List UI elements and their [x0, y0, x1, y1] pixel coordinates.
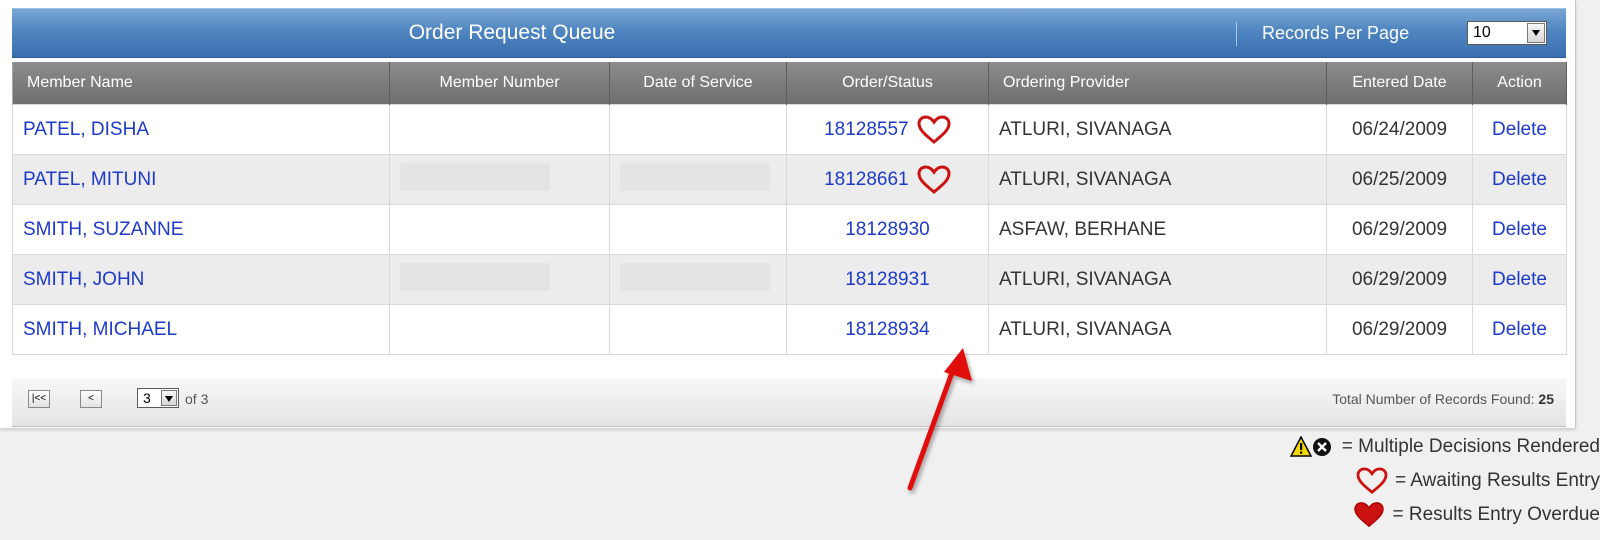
order-number-link[interactable]: 18128661 [824, 169, 909, 190]
table-row: PATEL, DISHA 18128557 ATLURI, SIVANAGA 0… [12, 104, 1567, 155]
column-header-action: Action [1472, 62, 1567, 105]
ordering-provider-cell: ATLURI, SIVANAGA [988, 254, 1327, 305]
member-name-link[interactable]: PATEL, DISHA [23, 119, 149, 140]
delete-link[interactable]: Delete [1492, 119, 1547, 140]
title-bar-divider [1236, 22, 1237, 46]
table-row: SMITH, SUZANNE 18128930 ASFAW, BERHANE 0… [12, 204, 1567, 255]
redacted-value [620, 262, 770, 291]
heart-filled-icon [1354, 502, 1385, 528]
first-page-button[interactable]: |<< [28, 390, 50, 408]
member-name-link[interactable]: SMITH, JOHN [23, 269, 144, 290]
total-records-text: Total Number of Records Found: [1332, 391, 1535, 407]
order-request-queue-panel: Order Request Queue Records Per Page 10 … [0, 0, 1576, 428]
records-per-page-value: 10 [1473, 24, 1491, 41]
order-status-cell: 18128661 [786, 154, 989, 205]
member-name-link[interactable]: PATEL, MITUNI [23, 169, 156, 190]
redacted-value [620, 162, 770, 191]
table-row: PATEL, MITUNI 18128661 ATLURI, SIVANAGA … [12, 154, 1567, 205]
chevron-down-icon[interactable] [161, 390, 177, 406]
table-header-row: Member Name Member Number Date of Servic… [12, 62, 1567, 105]
order-status-cell: 18128931 [786, 254, 989, 305]
column-header-member-name[interactable]: Member Name [12, 62, 390, 105]
pagination-bar: |<< < 3 of 3 Total Number of Records Fou… [12, 378, 1566, 427]
member-name-link[interactable]: SMITH, MICHAEL [23, 319, 177, 340]
heart-outline-icon [917, 114, 951, 144]
page-number-value: 3 [143, 390, 151, 406]
page-number-select[interactable]: 3 [137, 388, 179, 408]
delete-link[interactable]: Delete [1492, 319, 1547, 340]
total-records-label: Total Number of Records Found: 25 [1332, 391, 1554, 407]
entered-date-cell: 06/29/2009 [1326, 304, 1473, 355]
order-status-cell: 18128930 [786, 204, 989, 255]
legend-awaiting-results: = Awaiting Results Entry [1355, 466, 1600, 496]
order-number-link[interactable]: 18128557 [824, 119, 909, 140]
heart-outline-icon [1356, 467, 1388, 494]
column-header-ordering-provider[interactable]: Ordering Provider [988, 62, 1327, 105]
order-number-link[interactable]: 18128930 [845, 219, 930, 240]
date-of-service-cell [609, 204, 787, 255]
date-of-service-cell [609, 254, 787, 305]
member-name-link[interactable]: SMITH, SUZANNE [23, 219, 183, 240]
heart-outline-icon [917, 164, 951, 194]
ordering-provider-cell: ATLURI, SIVANAGA [988, 304, 1327, 355]
delete-link[interactable]: Delete [1492, 169, 1547, 190]
ordering-provider-cell: ASFAW, BERHANE [988, 204, 1327, 255]
order-number-link[interactable]: 18128931 [845, 269, 930, 290]
legend-multiple-decisions: = Multiple Decisions Rendered [1289, 432, 1600, 462]
table-row: SMITH, MICHAEL 18128934 ATLURI, SIVANAGA… [12, 304, 1567, 355]
date-of-service-cell [609, 154, 787, 205]
records-per-page-label: Records Per Page [1262, 23, 1410, 43]
order-number-link[interactable]: 18128934 [845, 319, 930, 340]
legend-results-overdue: = Results Entry Overdue [1352, 500, 1600, 530]
redacted-value [400, 162, 550, 191]
previous-page-button[interactable]: < [80, 390, 102, 408]
redacted-value [400, 262, 550, 291]
column-header-order-status[interactable]: Order/Status [786, 62, 989, 105]
page-title: Order Request Queue [408, 21, 616, 44]
delete-link[interactable]: Delete [1492, 269, 1547, 290]
entered-date-cell: 06/24/2009 [1326, 104, 1473, 155]
member-number-cell [389, 104, 610, 155]
queue-title-bar: Order Request Queue Records Per Page 10 [12, 8, 1566, 58]
date-of-service-cell [609, 104, 787, 155]
member-number-cell [389, 154, 610, 205]
total-records-count: 25 [1538, 391, 1554, 407]
delete-link[interactable]: Delete [1492, 219, 1547, 240]
legend-awaiting-results-label: = Awaiting Results Entry [1394, 470, 1600, 491]
member-number-cell [389, 254, 610, 305]
table-row: SMITH, JOHN 18128931 ATLURI, SIVANAGA 06… [12, 254, 1567, 305]
member-number-cell [389, 304, 610, 355]
warning-error-icon [1289, 435, 1331, 457]
records-per-page-select[interactable]: 10 [1467, 21, 1547, 45]
legend-results-overdue-label: = Results Entry Overdue [1392, 504, 1600, 525]
page-count-label: of 3 [185, 391, 209, 407]
order-status-cell: 18128557 [786, 104, 989, 155]
ordering-provider-cell: ATLURI, SIVANAGA [988, 154, 1327, 205]
order-table: Member Name Member Number Date of Servic… [12, 62, 1567, 355]
date-of-service-cell [609, 304, 787, 355]
entered-date-cell: 06/25/2009 [1326, 154, 1473, 205]
column-header-member-number[interactable]: Member Number [389, 62, 610, 105]
order-status-cell: 18128934 [786, 304, 989, 355]
entered-date-cell: 06/29/2009 [1326, 254, 1473, 305]
legend-multiple-decisions-label: = Multiple Decisions Rendered [1341, 436, 1600, 457]
entered-date-cell: 06/29/2009 [1326, 204, 1473, 255]
chevron-down-icon[interactable] [1527, 23, 1545, 43]
column-header-entered-date[interactable]: Entered Date [1326, 62, 1473, 105]
member-number-cell [389, 204, 610, 255]
column-header-date-of-service[interactable]: Date of Service [609, 62, 787, 105]
ordering-provider-cell: ATLURI, SIVANAGA [988, 104, 1327, 155]
